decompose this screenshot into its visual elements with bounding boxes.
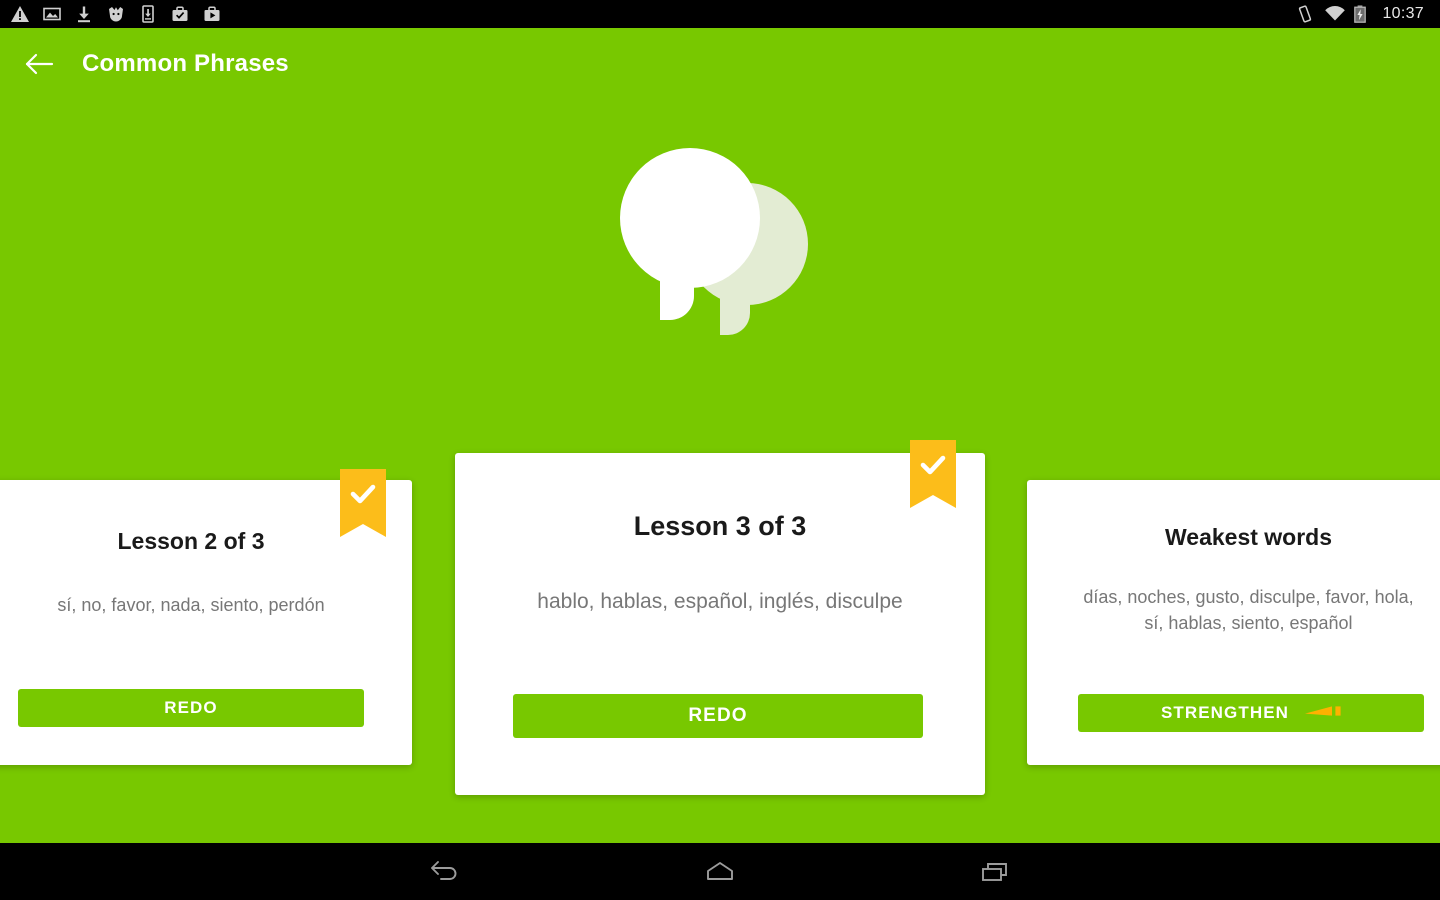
briefcase-play-icon <box>202 4 222 24</box>
strengthen-button[interactable]: STRENGTHEN <box>1078 694 1424 732</box>
battery-charging-icon <box>1353 4 1373 24</box>
redo-button[interactable]: REDO <box>18 689 364 727</box>
redo-button-label: REDO <box>688 705 748 726</box>
nav-back-button[interactable] <box>416 850 472 894</box>
completed-ribbon-icon <box>910 440 956 508</box>
nav-recents-button[interactable] <box>968 850 1024 894</box>
card-word-list: sí, no, favor, nada, siento, perdón <box>57 595 325 615</box>
download-icon <box>74 4 94 24</box>
android-status-bar: 10:37 <box>0 0 1440 28</box>
wifi-icon <box>1324 4 1346 24</box>
card-word-list: días, noches, gusto, disculpe, favor, ho… <box>1083 587 1414 633</box>
card-word-list: hablo, hablas, español, inglés, disculpe <box>537 590 903 613</box>
vibrate-icon <box>1295 4 1315 24</box>
lesson-card-weakest-words[interactable]: Weakest words días, noches, gusto, discu… <box>1027 480 1440 765</box>
card-title: Lesson 3 of 3 <box>633 511 807 541</box>
image-icon <box>42 4 62 24</box>
status-right-icons: 10:37 <box>1295 4 1430 24</box>
completed-ribbon-icon <box>340 469 386 537</box>
redo-button-label: REDO <box>164 698 218 717</box>
warning-icon <box>10 4 30 24</box>
device-screen: 10:37 Common Phrases Lesson 2 of 3 sí, n… <box>0 0 1440 900</box>
app-content: Common Phrases Lesson 2 of 3 sí, no, fav… <box>0 28 1440 843</box>
bird-icon <box>106 4 126 24</box>
status-left-icons <box>10 4 222 24</box>
install-icon <box>138 4 158 24</box>
lesson-card-lesson-2[interactable]: Lesson 2 of 3 sí, no, favor, nada, sient… <box>0 469 412 765</box>
nav-home-button[interactable] <box>692 850 748 894</box>
lesson-card-lesson-3[interactable]: Lesson 3 of 3 hablo, hablas, español, in… <box>455 440 985 795</box>
android-nav-bar <box>0 843 1440 900</box>
status-clock: 10:37 <box>1382 5 1424 22</box>
lesson-carousel[interactable]: Lesson 2 of 3 sí, no, favor, nada, sient… <box>0 28 1440 843</box>
strength-bar-icon <box>1305 703 1341 723</box>
redo-button[interactable]: REDO <box>513 694 923 738</box>
card-title: Weakest words <box>1164 524 1333 550</box>
briefcase-check-icon <box>170 4 190 24</box>
strengthen-button-label: STRENGTHEN <box>1160 703 1290 722</box>
